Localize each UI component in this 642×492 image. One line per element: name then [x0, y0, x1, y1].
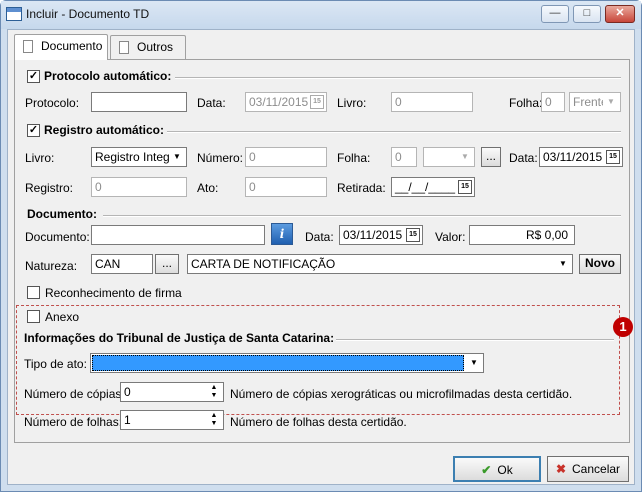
chevron-down-icon: ▼ [466, 355, 482, 371]
tab-outros[interactable]: Outros [110, 35, 186, 59]
copias-label: Número de cópias: [24, 387, 125, 401]
valor-label: Valor: [435, 230, 466, 244]
documento-input[interactable] [91, 225, 265, 245]
natureza-select[interactable]: CARTA DE NOTIFICAÇÃO ▼ [187, 254, 573, 274]
registro-retirada-value: __/__/____ [395, 180, 456, 194]
registro-livro-value: Registro Integr [95, 150, 174, 164]
calendar-icon[interactable]: 15 [310, 95, 324, 109]
reconhecimento-label: Reconhecimento de firma [45, 286, 182, 300]
documento-label: Documento: [25, 230, 90, 244]
page-icon [119, 41, 129, 54]
registro-registro-label: Registro: [25, 181, 74, 195]
natureza-desc-value: CARTA DE NOTIFICAÇÃO [191, 257, 336, 271]
protocolo-data-label: Data: [197, 96, 226, 110]
registro-folha-label: Folha: [337, 151, 371, 165]
natureza-lookup-button[interactable]: ... [155, 254, 179, 274]
divider [175, 77, 621, 79]
natureza-label: Natureza: [25, 259, 78, 273]
folhas-label: Número de folhas: [24, 415, 123, 429]
window-title: Incluir - Documento TD [26, 7, 150, 21]
documento-section-label: Documento: [27, 207, 97, 221]
registro-date-value: 03/11/2015 [543, 150, 603, 164]
divider [167, 131, 621, 133]
protocolo-livro-label: Livro: [337, 96, 367, 110]
folhas-stepper[interactable]: 1 ▲ ▼ [120, 410, 224, 430]
chevron-down-icon: ▼ [457, 149, 473, 165]
novo-button[interactable]: Novo [579, 254, 621, 274]
copias-stepper[interactable]: 0 ▲ ▼ [120, 382, 224, 402]
documento-date-field[interactable]: 03/11/2015 15 [339, 225, 423, 245]
dialog-body: Documento Outros ✓ Protocolo automático:… [7, 29, 635, 485]
documento-date-value: 03/11/2015 [343, 228, 403, 242]
reconhecimento-checkbox[interactable] [27, 286, 40, 299]
registro-folha-more-button[interactable]: ... [481, 147, 501, 167]
protocolo-date-value: 03/11/2015 [249, 95, 309, 109]
maximize-button[interactable]: □ [573, 5, 601, 23]
chevron-down-icon: ▼ [555, 256, 571, 272]
registro-folha-input[interactable]: 0 [391, 147, 417, 167]
registro-section-label: Registro automático: [44, 123, 165, 137]
tipo-ato-select[interactable]: ▼ [90, 353, 484, 373]
protocolo-label: Protocolo: [25, 96, 80, 110]
protocolo-date-field[interactable]: 03/11/2015 15 [245, 92, 327, 112]
calendar-icon[interactable]: 15 [458, 180, 472, 194]
registro-numero-label: Número: [197, 151, 244, 165]
registro-data-label: Data: [509, 151, 538, 165]
folhas-description: Número de folhas desta certidão. [230, 415, 407, 429]
registro-livro-label: Livro: [25, 151, 55, 165]
registro-registro-input[interactable]: 0 [91, 177, 187, 197]
documento-data-label: Data: [305, 230, 334, 244]
window-icon [6, 7, 22, 21]
protocolo-folha-input[interactable]: 0 [541, 92, 565, 112]
spinner-icon[interactable]: ▲ ▼ [206, 412, 222, 428]
divider [336, 339, 614, 341]
registro-numero-input[interactable]: 0 [245, 147, 327, 167]
page-icon [23, 40, 33, 53]
tab-label: Documento [41, 39, 103, 53]
tipo-ato-label: Tipo de ato: [24, 357, 87, 371]
chevron-down-icon: ▼ [603, 94, 619, 110]
registro-folha-side-select[interactable]: ▼ [423, 147, 475, 167]
annotation-badge: 1 [613, 317, 633, 337]
check-icon: ✔ [481, 463, 492, 477]
valor-input[interactable]: R$ 0,00 [469, 225, 575, 245]
calendar-icon[interactable]: 15 [606, 150, 620, 164]
folhas-value: 1 [124, 413, 131, 427]
protocolo-livro-input[interactable]: 0 [391, 92, 473, 112]
info-icon[interactable]: i [271, 223, 293, 245]
tj-section-label: Informações do Tribunal de Justiça de Sa… [24, 331, 335, 345]
protocolo-folha-side-select[interactable]: Frente ▼ [569, 92, 621, 112]
tab-label: Outros [137, 40, 174, 54]
minimize-button[interactable]: — [541, 5, 569, 23]
protocolo-auto-checkbox[interactable]: ✓ [27, 70, 40, 83]
ok-label: Ok [497, 463, 513, 477]
registro-ato-input[interactable]: 0 [245, 177, 327, 197]
registro-ato-label: Ato: [197, 181, 219, 195]
spinner-icon[interactable]: ▲ ▼ [206, 384, 222, 400]
registro-livro-select[interactable]: Registro Integr ▼ [91, 147, 187, 167]
divider [103, 215, 621, 217]
natureza-code-input[interactable]: CAN [91, 254, 153, 274]
calendar-icon[interactable]: 15 [406, 228, 420, 242]
protocolo-section-label: Protocolo automático: [44, 69, 172, 83]
protocolo-folha-label: Folha: [509, 96, 543, 110]
cancel-label: Cancelar [572, 462, 621, 476]
x-icon: ✖ [555, 462, 567, 476]
ok-button[interactable]: ✔ Ok [453, 456, 541, 482]
window: Incluir - Documento TD — □ ✕ Documento O… [0, 0, 642, 492]
cancel-button[interactable]: ✖ Cancelar [547, 456, 629, 482]
copias-description: Número de cópias xerográticas ou microfi… [230, 387, 573, 401]
registro-retirada-field[interactable]: __/__/____ 15 [391, 177, 475, 197]
tab-documento[interactable]: Documento [14, 34, 108, 60]
tipo-ato-selection [92, 355, 464, 371]
protocolo-input[interactable] [91, 92, 187, 112]
title-bar: Incluir - Documento TD — □ ✕ [1, 1, 641, 29]
registro-retirada-label: Retirada: [337, 181, 386, 195]
registro-auto-checkbox[interactable]: ✓ [27, 124, 40, 137]
chevron-down-icon: ▼ [169, 149, 185, 165]
registro-date-field[interactable]: 03/11/2015 15 [539, 147, 623, 167]
copias-value: 0 [124, 385, 131, 399]
close-button[interactable]: ✕ [605, 5, 635, 23]
